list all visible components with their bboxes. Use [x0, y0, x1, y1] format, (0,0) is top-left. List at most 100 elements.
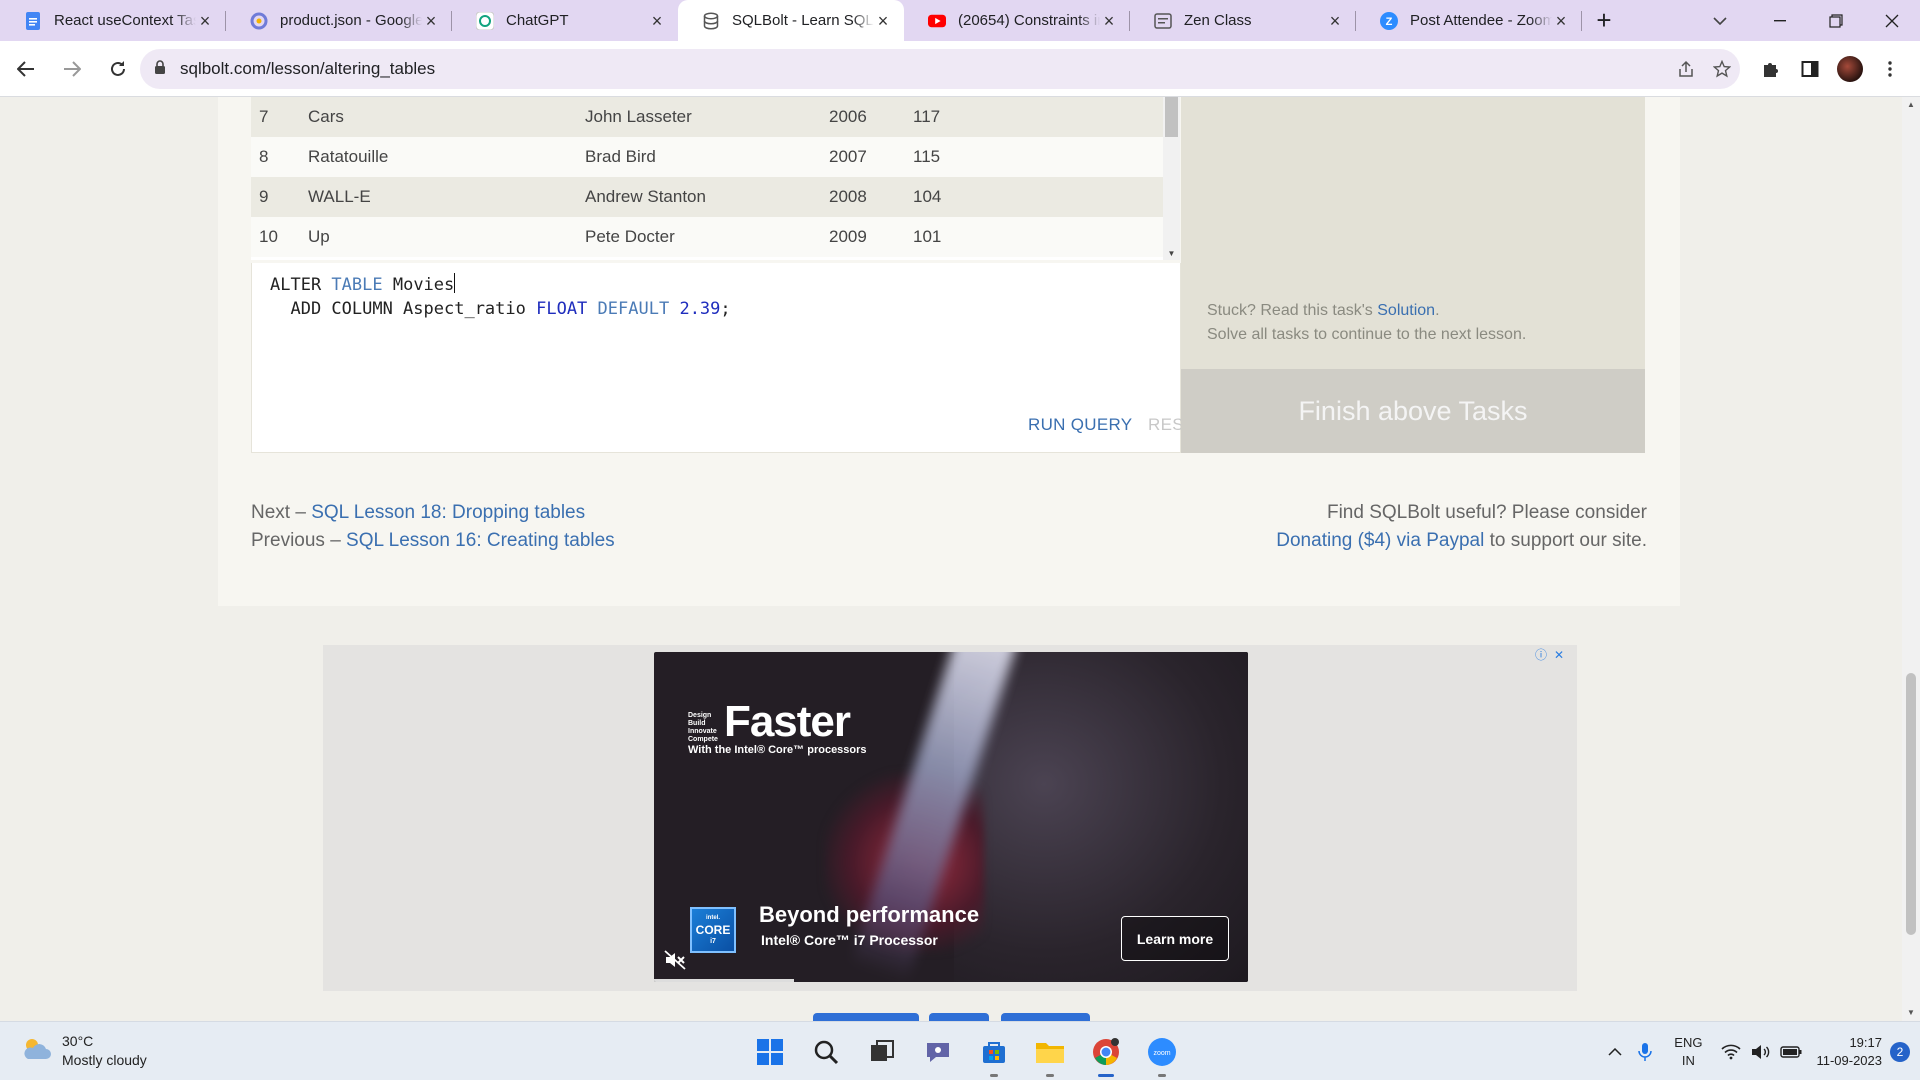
cell-length: 115	[913, 147, 941, 166]
stuck-suffix: .	[1435, 302, 1440, 319]
cell-year: 2006	[829, 107, 867, 126]
back-arrow-icon[interactable]	[6, 49, 46, 89]
forward-arrow-icon[interactable]	[52, 49, 92, 89]
tab-title: product.json - Google Drive	[280, 12, 422, 29]
code-text: Movies	[382, 275, 455, 295]
restore-icon[interactable]	[1808, 0, 1864, 41]
task-view-icon[interactable]	[860, 1030, 904, 1074]
run-query-button[interactable]: RUN QUERY	[1028, 415, 1132, 435]
ad-close-icon[interactable]: ✕	[1551, 647, 1567, 663]
tab-close-icon[interactable]: ×	[1100, 12, 1118, 30]
running-indicator	[1158, 1074, 1166, 1077]
code-keyword: FLOAT	[536, 299, 588, 319]
windows-start-icon[interactable]	[748, 1030, 792, 1074]
scroll-down-arrow-icon[interactable]: ▼	[1163, 249, 1180, 258]
cell-length: 104	[913, 187, 942, 206]
new-tab-button[interactable]: +	[1584, 0, 1624, 41]
avatar[interactable]	[1837, 56, 1863, 82]
tab-title: SQLBolt - Learn SQL - Lesson 17	[732, 12, 874, 29]
finish-tasks-button[interactable]: Finish above Tasks	[1181, 369, 1645, 453]
sql-code[interactable]: ALTER TABLE Movies ADD COLUMN Aspect_rat…	[270, 273, 731, 321]
scroll-up-arrow-icon[interactable]: ▲	[1902, 97, 1920, 113]
svg-text:zoom: zoom	[1153, 1050, 1170, 1057]
wifi-icon[interactable]	[1716, 1037, 1746, 1067]
page-footer-peek	[813, 1013, 919, 1021]
donate-link[interactable]: Donating ($4) via Paypal	[1276, 530, 1484, 551]
results-scrollbar[interactable]: ▼	[1163, 97, 1180, 260]
battery-icon[interactable]	[1776, 1037, 1806, 1067]
lock-icon[interactable]	[154, 59, 166, 79]
tab-search-chevron-icon[interactable]	[1700, 0, 1740, 41]
reload-icon[interactable]	[98, 49, 138, 89]
clock[interactable]: 19:17 11-09-2023	[1816, 1034, 1882, 1070]
results-scrollbar-thumb[interactable]	[1165, 97, 1178, 137]
tab-zen-class[interactable]: Zen Class ×	[1130, 0, 1356, 41]
notification-badge[interactable]: 2	[1890, 1041, 1910, 1062]
close-window-icon[interactable]	[1864, 0, 1920, 41]
code-text: ADD COLUMN Aspect_ratio	[270, 299, 537, 319]
ad-video[interactable]: Design Build Innovate Compete Faster Wit…	[654, 652, 1248, 982]
svg-text:Z: Z	[1386, 16, 1393, 28]
side-panel-icon[interactable]	[1790, 49, 1830, 89]
sql-editor[interactable]: ALTER TABLE Movies ADD COLUMN Aspect_rat…	[251, 263, 1206, 453]
file-explorer-icon[interactable]	[1028, 1030, 1072, 1077]
weather-widget[interactable]: 30°C Mostly cloudy	[20, 1032, 147, 1070]
tab-close-icon[interactable]: ×	[196, 12, 214, 30]
cell-year: 2007	[829, 147, 867, 166]
address-bar[interactable]: sqlbolt.com/lesson/altering_tables	[140, 49, 1740, 89]
tab-close-icon[interactable]: ×	[1552, 12, 1570, 30]
tab-youtube[interactable]: (20654) Constraints in SQL ×	[904, 0, 1130, 41]
ad-controls: ⓘ ✕	[1533, 647, 1567, 663]
language-indicator[interactable]: ENG IN	[1674, 1034, 1702, 1070]
tab-sqlbolt[interactable]: SQLBolt - Learn SQL - Lesson 17 ×	[678, 0, 904, 41]
running-indicator	[1046, 1074, 1054, 1077]
menu-kebab-icon[interactable]	[1870, 49, 1910, 89]
ad-info-icon[interactable]: ⓘ	[1533, 647, 1549, 663]
cell-director: Pete Docter	[585, 227, 675, 246]
share-icon[interactable]	[1668, 51, 1704, 87]
volume-icon[interactable]	[1746, 1037, 1776, 1067]
tab-chatgpt[interactable]: ChatGPT ×	[452, 0, 678, 41]
url-text[interactable]: sqlbolt.com/lesson/altering_tables	[180, 59, 1668, 79]
profile-avatar[interactable]	[1830, 49, 1870, 89]
tab-react-usecontext[interactable]: React useContext Task ×	[0, 0, 226, 41]
search-icon[interactable]	[804, 1030, 848, 1074]
minimize-icon[interactable]	[1752, 0, 1808, 41]
lang-bottom: IN	[1681, 1052, 1695, 1068]
chatgpt-icon	[476, 11, 494, 30]
extensions-puzzle-icon[interactable]	[1750, 49, 1790, 89]
bookmark-star-icon[interactable]	[1704, 51, 1740, 87]
learn-more-button[interactable]: Learn more	[1121, 916, 1229, 961]
chrome-icon[interactable]	[1084, 1030, 1128, 1077]
previous-prefix: Previous –	[251, 530, 347, 551]
tab-close-icon[interactable]: ×	[1326, 12, 1344, 30]
tab-product-json[interactable]: product.json - Google Drive ×	[226, 0, 452, 41]
docs-icon	[24, 11, 42, 30]
chevron-up-icon[interactable]	[1600, 1037, 1630, 1067]
toolbar-right-actions	[1750, 49, 1910, 89]
solution-link[interactable]: Solution	[1377, 302, 1435, 319]
cell-year: 2009	[829, 227, 867, 246]
page-scrollbar-thumb[interactable]	[1906, 673, 1916, 935]
code-keyword: TABLE	[331, 275, 383, 295]
teams-chat-icon[interactable]	[916, 1030, 960, 1074]
tab-zoom[interactable]: Z Post Attendee - Zoom ×	[1356, 0, 1582, 41]
microsoft-store-icon[interactable]	[972, 1030, 1016, 1077]
mute-icon[interactable]	[664, 950, 686, 975]
support-suffix: to support our site.	[1484, 530, 1647, 551]
tab-close-icon[interactable]: ×	[648, 12, 666, 30]
zoom-app-icon[interactable]: zoom	[1140, 1030, 1184, 1077]
ad-subline: With the Intel® Core™ processors	[688, 744, 867, 756]
badge-sub-text: i7	[710, 938, 716, 945]
lesson-card: 7 Cars John Lasseter 2006 117 8 Ratatoui…	[218, 97, 1680, 606]
tab-title: Post Attendee - Zoom	[1410, 12, 1552, 29]
previous-lesson-link[interactable]: SQL Lesson 16: Creating tables	[346, 530, 615, 551]
page-scrollbar[interactable]: ▲ ▼	[1902, 97, 1920, 1021]
tab-close-icon[interactable]: ×	[874, 12, 892, 30]
tab-close-icon[interactable]: ×	[422, 12, 440, 30]
next-lesson-link[interactable]: SQL Lesson 18: Dropping tables	[311, 502, 585, 523]
next-prefix: Next –	[251, 502, 312, 523]
microphone-icon[interactable]	[1630, 1037, 1660, 1067]
running-indicator	[990, 1074, 998, 1077]
scroll-down-arrow-icon[interactable]: ▼	[1902, 1005, 1920, 1021]
